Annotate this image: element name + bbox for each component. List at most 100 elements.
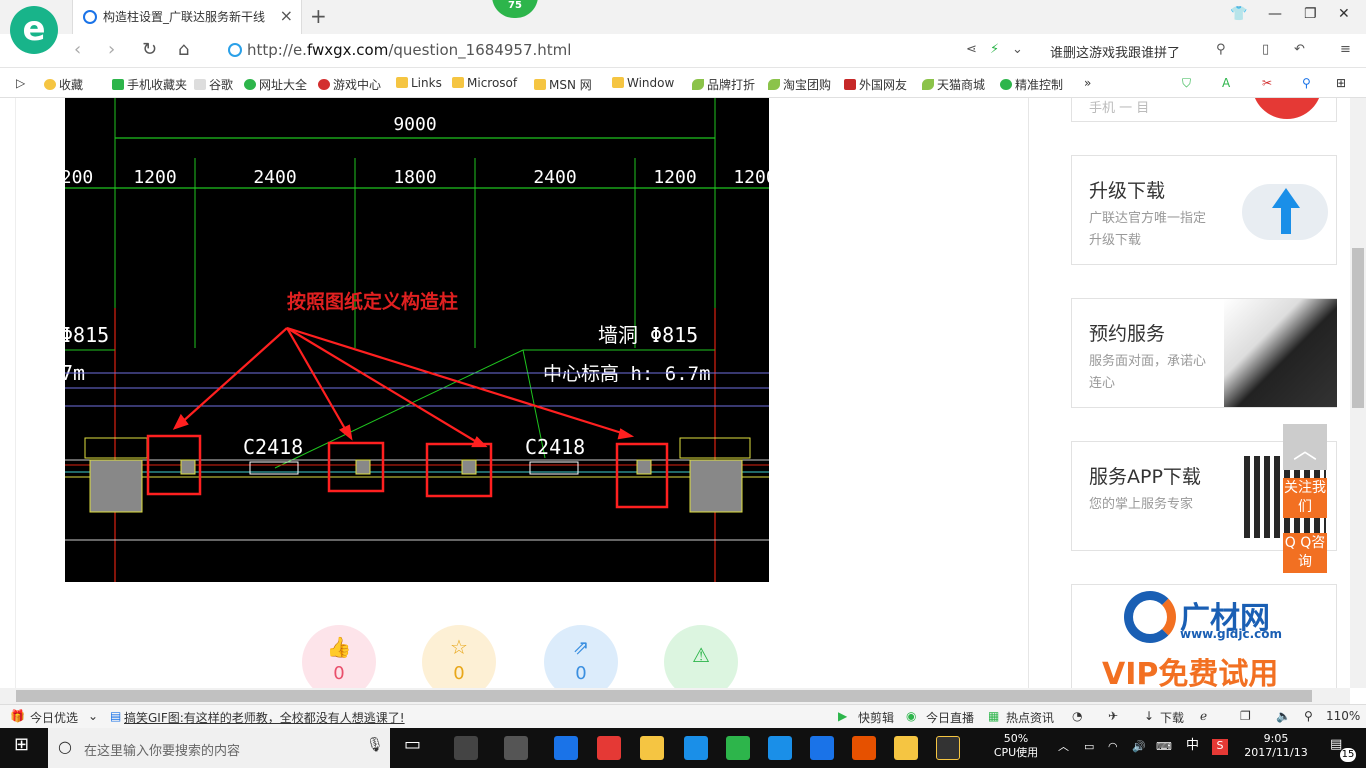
translate-icon[interactable]: A [1222,76,1230,90]
360-browser-icon[interactable] [726,736,750,760]
bookmark-folder[interactable]: MSN 网 [534,76,592,93]
app-g-icon[interactable] [504,736,528,760]
bookmark-item[interactable]: 游戏中心 [318,76,381,93]
hot-news-link[interactable]: 热点资讯 [1006,709,1054,726]
shield-icon[interactable]: ⛉ [1182,76,1191,91]
bookmark-item[interactable]: 精准控制 [1000,76,1063,93]
bookmark-item[interactable]: 网址大全 [244,76,307,93]
microphone-icon[interactable]: 🎙 [366,737,384,753]
refresh-button[interactable]: ↻ [142,39,157,60]
bookmark-item[interactable]: 淘宝团购 [768,76,831,93]
forward-button[interactable]: › [108,39,115,60]
system-clock[interactable]: 9:05 2017/11/13 [1240,732,1312,760]
store-icon[interactable] [597,736,621,760]
app-fan-icon[interactable] [454,736,478,760]
share-icon[interactable]: ⋖ [966,42,977,57]
notification-badge[interactable]: 75 [492,0,538,18]
new-tab-button[interactable]: + [310,4,327,28]
search-box[interactable]: 谁删这游戏我跟谁拼了 [1050,42,1180,61]
sidebar-ad-gldjc[interactable]: 广材网 www.gldjc.com VIP免费试用 [1071,584,1337,688]
apps-grid-icon[interactable]: ⊞ [1336,76,1346,90]
file-explorer-icon[interactable] [640,736,664,760]
glodon-app-icon[interactable] [810,736,834,760]
bookmark-item[interactable]: 品牌打折 [692,76,755,93]
cortana-icon: ○ [58,737,72,756]
today-picks-link[interactable]: 今日优选 [30,709,78,726]
bookmark-item[interactable]: 收藏 [44,76,83,93]
taskbar-search-box[interactable]: ○ 在这里输入你要搜索的内容 🎙 [48,728,390,768]
hole-label: 墙洞 Φ815 [598,323,698,347]
maximize-button[interactable]: ❐ [1304,6,1317,22]
sidebar-card-top[interactable]: 手机 一 目 [1071,98,1337,122]
download-icon: ↓ [1144,709,1155,723]
ie-icon[interactable]: ℯ [1200,709,1207,723]
mobile-icon[interactable]: ▯ [1262,42,1269,57]
edge-browser-icon[interactable] [554,736,578,760]
app-plane-icon[interactable] [768,736,792,760]
volume-icon[interactable]: 🔈 [1276,709,1291,723]
sidebar-toggle-icon[interactable]: ▷ [16,76,25,90]
horizontal-scrollbar[interactable] [0,688,1350,704]
lightning-icon[interactable]: ⚡ [990,42,999,57]
zoom-level[interactable]: 110% [1326,709,1360,723]
sidebar-card-upgrade[interactable]: 升级下载 广联达官方唯一指定升级下载 [1071,155,1337,265]
back-to-top-button[interactable]: ︿ [1283,424,1327,470]
like-button[interactable]: 👍 0 [302,625,376,688]
annotation-text: 按照图纸定义构造柱 [287,290,458,313]
share-button[interactable]: ⇗ 0 [544,625,618,688]
help-app-icon[interactable] [936,736,960,760]
magnifier-icon[interactable]: ⚲ [1302,76,1311,90]
sogou-ime-icon[interactable]: S [1212,739,1228,755]
task-view-icon[interactable]: ▭ [404,736,421,754]
undo-icon[interactable]: ↶ [1294,42,1305,57]
tray-up-icon[interactable]: ︿ [1058,740,1069,754]
keyboard-icon[interactable]: ⌨ [1156,740,1172,754]
dropdown-icon[interactable]: ⌄ [1012,42,1023,57]
follow-us-button[interactable]: 关注我们 [1283,478,1327,518]
wifi-icon[interactable]: ◠ [1108,740,1118,754]
bookmark-item[interactable]: 手机收藏夹 [112,76,187,93]
chevron-down-icon[interactable]: ⌄ [88,709,98,723]
url-input[interactable]: http://e.fwxgx.com/question_1684957.html [247,41,571,59]
tab-close-icon[interactable]: × [280,6,293,25]
report-button[interactable]: ⚠ [664,625,738,688]
bookmark-folder[interactable]: Links [396,76,442,90]
warning-icon: ⚠ [692,643,710,667]
cpu-usage[interactable]: 50% CPU使用 [986,732,1046,760]
ime-indicator[interactable]: 中 [1186,739,1199,753]
live-link[interactable]: 今日直播 [926,709,974,726]
window-icon[interactable]: ❐ [1240,709,1251,723]
scissors-icon[interactable]: ✂ [1262,76,1272,90]
bookmark-item[interactable]: 天猫商城 [922,76,985,93]
tools-icon[interactable]: ✈ [1108,709,1118,723]
thumbs-up-icon: 👍 [326,635,352,659]
bookmark-item[interactable]: 谷歌 [194,76,233,93]
download-link[interactable]: 下载 [1160,709,1184,726]
tab-active[interactable]: 构造柱设置_广联达服务新干线 × [72,0,302,34]
favorite-button[interactable]: ☆ 0 [422,625,496,688]
sidebar-card-appointment[interactable]: 预约服务 服务面对面，承诺心连心 [1071,298,1337,408]
menu-icon[interactable]: ≡ [1340,42,1351,57]
ie-browser-icon[interactable] [684,736,708,760]
bookmark-item[interactable]: 外国网友 [844,76,907,93]
speaker-icon[interactable]: 🔊 [1132,740,1146,754]
home-button[interactable]: ⌂ [178,39,189,60]
news-ticker-link[interactable]: 搞笑GIF图:有这样的老师教，全校都没有人想逃课了! [124,709,405,726]
notes-app-icon[interactable] [894,736,918,760]
back-button[interactable]: ‹ [74,39,81,60]
speed-icon[interactable]: ◔ [1072,709,1082,723]
search-icon[interactable]: ⚲ [1216,42,1226,57]
battery-icon[interactable]: ▭ [1084,740,1094,754]
qq-consult-button[interactable]: Q Q咨询 [1283,533,1327,573]
bookmark-folder[interactable]: Microsof [452,76,517,90]
browser-logo-icon[interactable]: e [10,6,58,54]
bookmark-folder[interactable]: Window [612,76,674,90]
minimize-button[interactable]: — [1268,6,1282,22]
windows-start-icon[interactable]: ⊞ [14,736,29,754]
close-window-button[interactable]: ✕ [1338,6,1350,22]
pdf-app-icon[interactable] [852,736,876,760]
shirt-skin-icon[interactable]: 👕 [1230,6,1247,22]
quick-edit-link[interactable]: 快剪辑 [858,709,894,726]
vertical-scrollbar[interactable] [1350,98,1366,688]
more-bookmarks-icon[interactable]: » [1084,76,1091,90]
